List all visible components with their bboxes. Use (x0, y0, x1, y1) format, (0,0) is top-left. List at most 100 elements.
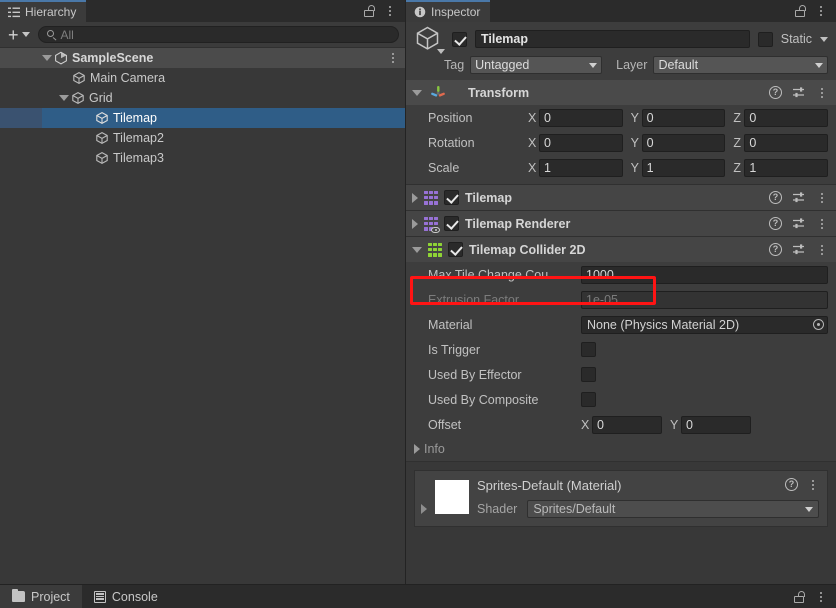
shader-dropdown[interactable]: Sprites/Default (527, 500, 819, 518)
kebab-menu-icon[interactable] (815, 590, 827, 603)
object-picker-icon[interactable] (810, 317, 827, 333)
preset-sliders-icon[interactable] (792, 217, 806, 230)
position-z-input[interactable]: 0 (744, 108, 829, 127)
gameobject-header: Tilemap Static Tag Untagged Layer Defaul… (406, 22, 836, 80)
lock-open-icon[interactable] (795, 5, 806, 17)
scale-z-input[interactable]: 1 (744, 158, 829, 177)
chevron-down-icon[interactable] (412, 246, 422, 253)
kebab-menu-icon[interactable] (816, 243, 828, 256)
position-z-value: 0 (749, 110, 757, 125)
collider-info-foldout[interactable]: Info (406, 437, 836, 461)
chevron-right-icon[interactable] (421, 504, 427, 514)
material-preview-header: Sprites-Default (Material) Shader Sprite… (415, 471, 827, 526)
tag-dropdown[interactable]: Untagged (470, 56, 603, 74)
hierarchy-item-samplescene[interactable]: SampleScene (0, 48, 405, 68)
used-by-composite-checkbox[interactable] (581, 392, 596, 407)
component-tilemap-enabled-checkbox[interactable] (444, 190, 459, 205)
offset-y-input[interactable]: 0 (681, 415, 751, 434)
gameobject-cube-icon[interactable] (414, 25, 445, 54)
component-tilemap-collider-2d-actions: ? (769, 243, 828, 256)
help-icon[interactable]: ? (769, 86, 782, 99)
chevron-down-icon (805, 506, 813, 512)
kebab-menu-icon[interactable] (816, 86, 828, 99)
scale-x-input[interactable]: 1 (539, 158, 623, 177)
kebab-menu-icon[interactable] (816, 217, 828, 230)
chevron-right-icon[interactable] (412, 218, 418, 229)
max-tile-change-count-input[interactable]: 1000 (581, 265, 828, 284)
info-foldout-label: Info (424, 442, 445, 456)
chevron-right-icon[interactable] (412, 192, 418, 203)
component-transform-header[interactable]: Transform ? (406, 80, 836, 105)
position-y-input[interactable]: 0 (641, 108, 726, 127)
static-checkbox[interactable] (757, 31, 773, 47)
axis-label-z: Z (733, 110, 741, 125)
kebab-menu-icon[interactable] (387, 52, 399, 65)
row-gutter (0, 148, 42, 168)
hierarchy-item-grid[interactable]: Grid (0, 88, 405, 108)
offset-x-input[interactable]: 0 (592, 415, 662, 434)
rotation-y-input[interactable]: 0 (641, 133, 726, 152)
tag-label: Tag (444, 58, 465, 72)
rotation-z-input[interactable]: 0 (744, 133, 829, 152)
help-icon[interactable]: ? (769, 191, 782, 204)
hierarchy-item-label: Main Camera (90, 71, 166, 85)
gameobject-name-input[interactable]: Tilemap (475, 30, 750, 48)
preset-sliders-icon[interactable] (792, 243, 806, 256)
component-tilemap-collider-2d-enabled-checkbox[interactable] (448, 242, 463, 257)
hierarchy-item-tilemap2[interactable]: Tilemap2 (0, 128, 405, 148)
scale-y-input[interactable]: 1 (641, 158, 726, 177)
help-icon[interactable]: ? (785, 478, 798, 491)
layer-dropdown[interactable]: Default (653, 56, 828, 74)
kebab-menu-icon[interactable] (807, 478, 819, 491)
component-tilemap-header[interactable]: Tilemap ? (406, 185, 836, 210)
component-transform: Transform ? Position X 0 Y 0 Z 0 Rotatio… (406, 80, 836, 185)
kebab-menu-icon[interactable] (384, 5, 396, 18)
hierarchy-item-main-camera[interactable]: Main Camera (0, 68, 405, 88)
tab-project[interactable]: Project (0, 585, 82, 608)
kebab-menu-icon[interactable] (816, 191, 828, 204)
preset-sliders-icon[interactable] (792, 86, 806, 99)
lock-open-icon[interactable] (364, 5, 375, 17)
tab-console-label: Console (111, 589, 158, 604)
kebab-menu-icon[interactable] (815, 5, 827, 18)
chevron-down-icon[interactable] (412, 89, 422, 96)
used-by-effector-checkbox[interactable] (581, 367, 596, 382)
search-input[interactable]: All (37, 26, 399, 43)
component-tilemap-renderer-header[interactable]: Tilemap Renderer ? (406, 211, 836, 236)
chevron-down-icon[interactable] (59, 95, 69, 101)
gameobject-cube-icon (95, 151, 109, 165)
rotation-x-value: 0 (544, 135, 551, 150)
chevron-down-icon[interactable] (42, 55, 52, 61)
rotation-x-input[interactable]: 0 (539, 133, 623, 152)
component-tilemap-renderer-enabled-checkbox[interactable] (444, 216, 459, 231)
position-x-value: 0 (544, 110, 551, 125)
chevron-down-icon[interactable] (820, 36, 828, 42)
lock-open-icon[interactable] (794, 590, 805, 603)
tab-hierarchy[interactable]: Hierarchy (0, 0, 87, 22)
chevron-down-icon[interactable] (437, 49, 445, 54)
property-label: Offset (428, 417, 462, 432)
tabbar-filler (86, 0, 364, 22)
hierarchy-item-tilemap3[interactable]: Tilemap3 (0, 148, 405, 168)
preset-sliders-icon[interactable] (792, 191, 806, 204)
hierarchy-tree: SampleScene Main Camera Grid Tilemap Til… (0, 48, 405, 608)
position-x-input[interactable]: 0 (539, 108, 623, 127)
gameobject-enabled-checkbox[interactable] (452, 31, 467, 47)
help-icon[interactable]: ? (769, 243, 782, 256)
help-icon[interactable]: ? (769, 217, 782, 230)
axis-label-y: Y (630, 135, 640, 150)
material-object-field[interactable]: None (Physics Material 2D) (581, 315, 828, 334)
component-tilemap-collider-2d-header[interactable]: Tilemap Collider 2D ? (406, 237, 836, 262)
vector2-field: X 0 Y 0 (581, 415, 751, 434)
transform-position-row: Position X 0 Y 0 Z 0 (406, 105, 836, 130)
add-gameobject-button[interactable]: + (6, 26, 32, 44)
is-trigger-checkbox[interactable] (581, 342, 596, 357)
folder-icon (12, 588, 25, 602)
tabbar-filler (490, 0, 795, 22)
static-label: Static (780, 32, 812, 46)
tab-inspector[interactable]: Inspector (406, 0, 491, 22)
row-gutter (0, 88, 42, 108)
tab-console[interactable]: Console (81, 585, 170, 608)
tag-value: Untagged (475, 58, 530, 72)
hierarchy-item-tilemap[interactable]: Tilemap (0, 108, 405, 128)
